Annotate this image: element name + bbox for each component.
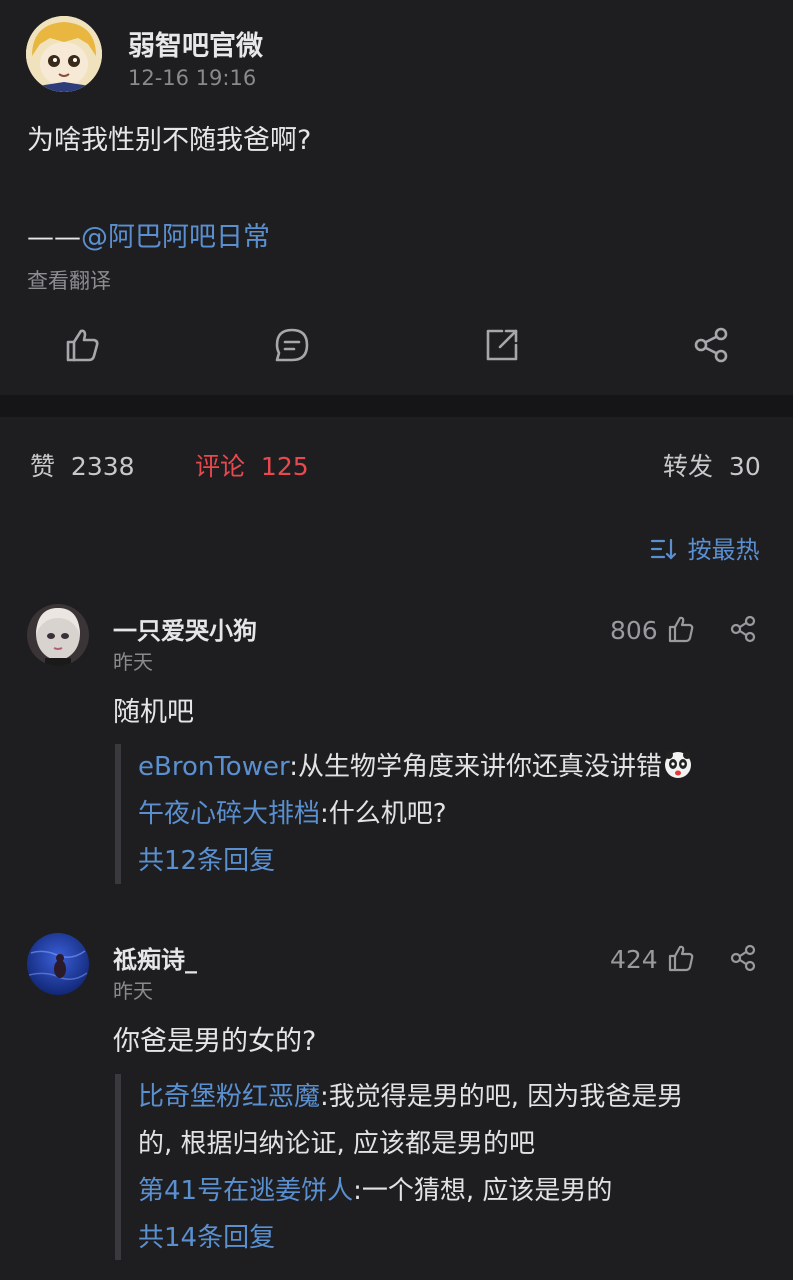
comment-icon [275,328,309,362]
likes-tab[interactable]: 赞 2338 [30,447,135,483]
share-icon [730,944,756,972]
reply-text: 从生物学角度来讲你还真没讲错 [297,752,662,782]
comment-like-count: 806 [610,616,658,645]
likes-count: 2338 [70,452,135,481]
sort-icon [650,538,677,560]
reply-preview: eBronTower:从生物学角度来讲你还真没讲错 午夜心碎大排档:什么机吧? … [115,744,771,884]
reply-sep: : [320,799,329,829]
comment-time: 昨天 [113,979,153,1003]
commenter-name[interactable]: 祗痴诗_ [113,940,197,975]
reply-item: eBronTower:从生物学角度来讲你还真没讲错 [138,744,771,791]
credit-prefix: —— [27,222,81,253]
comment-button[interactable] [272,325,312,365]
commenter-avatar[interactable] [27,604,89,666]
more-replies-link[interactable]: 共14条回复 [138,1215,771,1262]
more-replies-link[interactable]: 共12条回复 [138,838,771,885]
reply-sep: : [320,1082,329,1112]
sort-label: 按最热 [687,536,760,564]
share-button[interactable] [691,325,731,365]
comment-share-button[interactable] [729,944,757,976]
comment-text: 随机吧 [113,697,194,728]
share-out-icon [486,329,518,361]
comment-time: 昨天 [113,650,153,674]
share-icon [694,327,728,363]
reply-preview: 比奇堡粉红恶魔:我觉得是男的吧, 因为我爸是男 的, 根据归纳论证, 应该都是男… [115,1074,771,1260]
reply-item: 比奇堡粉红恶魔:我觉得是男的吧, 因为我爸是男 [138,1074,771,1121]
author-avatar[interactable] [26,16,102,92]
comments-tab[interactable]: 评论 125 [195,447,309,483]
commenter-avatar[interactable] [27,933,89,995]
reply-text: 什么机吧? [328,799,447,829]
sort-button[interactable]: 按最热 [650,530,760,565]
reply-item: 第41号在逃姜饼人:一个猜想, 应该是男的 [138,1168,771,1215]
comments-count: 125 [260,452,309,481]
comment-like-count: 424 [610,945,658,974]
comment-like-button[interactable]: 806 [610,614,696,645]
reposts-label: 转发 [663,452,714,481]
panda-emoji [664,751,691,778]
mention-link[interactable]: @阿巴阿吧日常 [81,222,270,253]
reply-text: 一个猜想, 应该是男的 [361,1176,613,1206]
author-name[interactable]: 弱智吧官微 [128,24,263,63]
reply-text: 我觉得是男的吧, 因为我爸是男 [328,1082,684,1112]
post-card: 弱智吧官微 12-16 19:16 为啥我性别不随我爸啊? ——@阿巴阿吧日常 … [0,0,793,395]
reply-sep: : [353,1176,362,1206]
like-button[interactable] [62,325,102,365]
reply-user[interactable]: 第41号在逃姜饼人 [138,1176,353,1206]
section-divider [0,395,793,417]
reply-user[interactable]: eBronTower [138,752,289,782]
thumbs-up-icon [666,945,696,974]
translate-link[interactable]: 查看翻译 [27,265,111,295]
comments-label: 评论 [195,452,246,481]
reply-text-continued: 的, 根据归纳论证, 应该都是男的吧 [138,1129,536,1159]
post-credit: ——@阿巴阿吧日常 [27,215,270,254]
reply-user[interactable]: 比奇堡粉红恶魔 [138,1082,320,1112]
comment-text: 你爸是男的女的? [113,1026,317,1057]
post-time: 12-16 19:16 [128,66,257,90]
comment-share-button[interactable] [729,615,757,647]
reposts-count: 30 [728,452,761,481]
reply-sep: : [289,752,298,782]
thumbs-up-icon [666,616,696,645]
repost-button[interactable] [482,325,522,365]
reply-user[interactable]: 午夜心碎大排档 [138,799,320,829]
commenter-name[interactable]: 一只爱哭小狗 [113,611,257,646]
comment-like-button[interactable]: 424 [610,943,696,974]
likes-label: 赞 [30,452,56,481]
thumbs-up-icon [66,329,99,362]
reply-item: 午夜心碎大排档:什么机吧? [138,791,771,838]
share-icon [730,615,756,643]
reposts-tab[interactable]: 转发 30 [663,447,761,483]
post-text: 为啥我性别不随我爸啊? [27,125,312,156]
